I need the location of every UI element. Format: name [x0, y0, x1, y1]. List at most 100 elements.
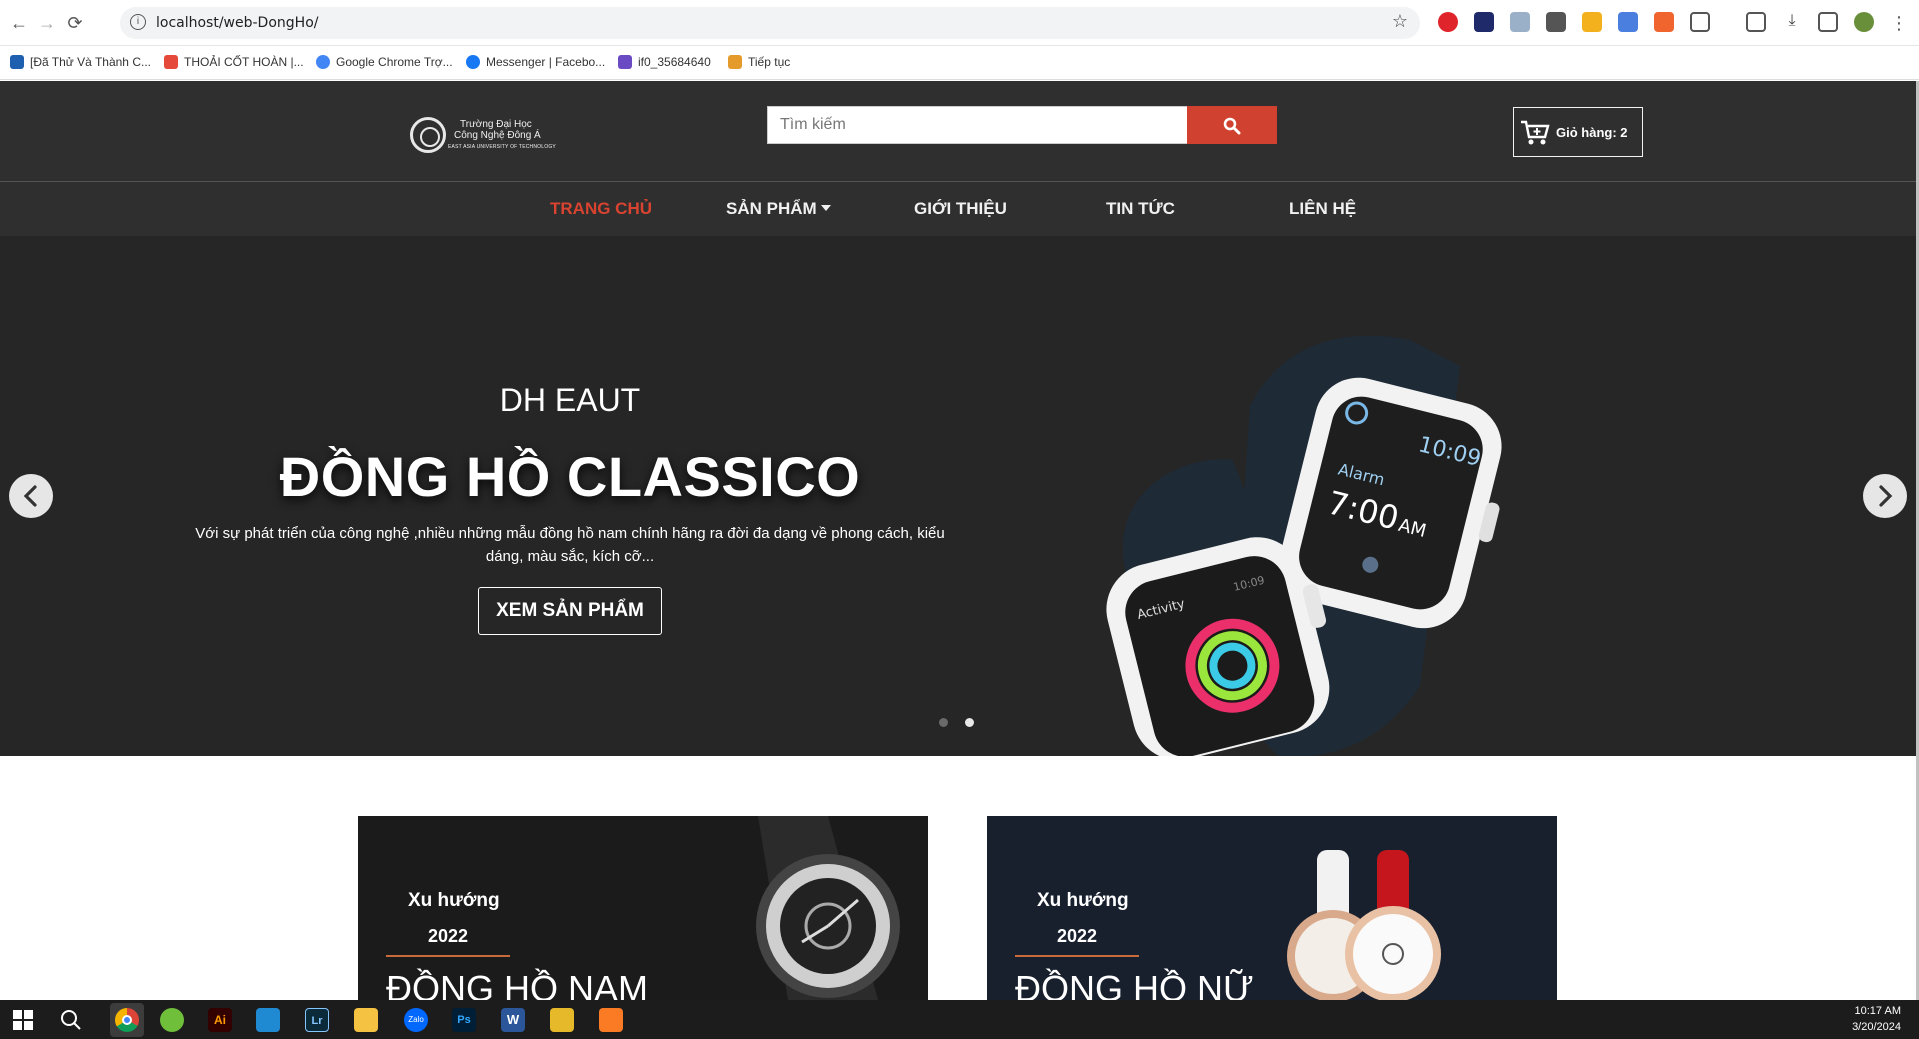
chrome-taskbar-item[interactable]	[110, 1003, 144, 1037]
app-taskbar-icon[interactable]	[160, 1008, 184, 1032]
extension-icon[interactable]	[1474, 12, 1494, 32]
cart-label: Giỏ hàng: 2	[1556, 125, 1628, 140]
main-nav: TRANG CHỦ SẢN PHẨM GIỚI THIỆU TIN TỨC LI…	[0, 181, 1916, 236]
nav-item-products-label: SẢN PHẨM	[726, 199, 817, 218]
bookmark-label: if0_35684640	[638, 55, 711, 69]
site-header: Trường Đại Học Công Nghệ Đông Á EAST ASI…	[0, 81, 1916, 181]
opera-extension-icon[interactable]	[1438, 12, 1458, 32]
hero-description: Với sự phát triển của công nghệ ,nhiều n…	[195, 525, 945, 565]
bookmark-label: THOẢI CỐT HOÀN |...	[184, 55, 304, 69]
slider-next-button[interactable]	[1863, 474, 1907, 518]
logo-line-3: EAST ASIA UNIVERSITY OF TECHNOLOGY	[448, 144, 556, 150]
nav-item-home[interactable]: TRANG CHỦ	[550, 199, 652, 219]
vscode-icon[interactable]	[256, 1008, 280, 1032]
clock-time: 10:17 AM	[1854, 1005, 1901, 1017]
slider-dot-active[interactable]	[965, 718, 974, 727]
banner-title: ĐỒNG HỒ NỮ	[1015, 968, 1254, 1000]
university-seal-icon	[410, 117, 446, 153]
banner-year: 2022	[1057, 926, 1098, 946]
translate-extension-icon[interactable]	[1618, 12, 1638, 32]
caret-down-icon	[820, 205, 831, 211]
forward-icon[interactable]: →	[34, 10, 60, 36]
banner-year: 2022	[428, 926, 469, 946]
bookmark-item[interactable]: Messenger | Facebo...	[466, 55, 605, 69]
word-icon[interactable]: W	[501, 1008, 525, 1032]
banner-title: ĐỒNG HỒ NAM	[386, 968, 649, 1000]
system-clock[interactable]: 10:17 AM 3/20/2024	[1852, 1003, 1901, 1035]
banner-women-watches[interactable]: Xu hướng 2022 ĐỒNG HỒ NỮ	[987, 816, 1557, 1000]
extension-icon[interactable]	[1582, 12, 1602, 32]
bookmark-item[interactable]: THOẢI CỐT HOÀN |...	[164, 55, 304, 69]
bookmarks-bar: [Đã Thử Và Thành C... THOẢI CỐT HOÀN |..…	[0, 46, 1919, 80]
shield-extension-icon[interactable]	[1510, 12, 1530, 32]
site-info-icon[interactable]: i	[130, 14, 146, 30]
windows-taskbar: Ai Lr Zalo Ps W 10:17 AM 3/20/2024	[0, 1000, 1919, 1039]
bookmark-label: Messenger | Facebo...	[486, 55, 606, 69]
bookmark-label: [Đã Thử Và Thành C...	[30, 55, 151, 69]
bookmark-item[interactable]: Tiếp tục	[728, 55, 790, 69]
banner-trend-label: Xu hướng	[1037, 890, 1129, 911]
address-bar[interactable]: i localhost/web-DongHo/ ☆	[120, 7, 1420, 39]
bookmark-item[interactable]: if0_35684640	[618, 55, 711, 69]
hero-slider: DH EAUT ĐỒNG HỒ CLASSICO Với sự phát tri…	[0, 236, 1916, 756]
nav-item-news[interactable]: TIN TỨC	[1106, 199, 1175, 219]
search-icon	[1223, 117, 1241, 135]
download-icon[interactable]: ⤓	[1782, 12, 1802, 32]
photoshop-icon[interactable]: Ps	[452, 1008, 476, 1032]
smartwatch-image: 10:09 Alarm 7:00 AM Activity 10:09	[1080, 326, 1560, 756]
bookmark-label: Tiếp tục	[748, 55, 791, 69]
reading-list-icon[interactable]	[1746, 12, 1766, 32]
chevron-right-icon	[1879, 485, 1893, 507]
banner-divider	[1015, 955, 1139, 957]
extension-icon[interactable]	[1654, 12, 1674, 32]
browser-toolbar: ← → ⟳ i localhost/web-DongHo/ ☆ ⤓ ⋮	[0, 0, 1919, 46]
bookmark-star-icon[interactable]: ☆	[1392, 11, 1408, 32]
bookmark-item[interactable]: [Đã Thử Và Thành C...	[10, 55, 151, 69]
search-field	[767, 106, 1187, 144]
chrome-icon-center	[122, 1015, 132, 1025]
menu-kebab-icon[interactable]: ⋮	[1886, 10, 1912, 36]
smartwatch-illustration: 10:09 Alarm 7:00 AM Activity 10:09	[1106, 335, 1502, 756]
windows-start-icon[interactable]	[13, 1010, 33, 1030]
hero-title: ĐỒNG HỒ CLASSICO	[279, 445, 861, 508]
facebook-icon	[466, 55, 480, 69]
app-taskbar-icon[interactable]	[550, 1008, 574, 1032]
cart-icon	[1521, 120, 1550, 145]
profile-avatar[interactable]	[1854, 12, 1874, 32]
nav-item-products[interactable]: SẢN PHẨM	[726, 199, 831, 219]
slider-prev-button[interactable]	[9, 474, 53, 518]
banner-divider	[386, 955, 510, 957]
search-input[interactable]	[768, 107, 1187, 143]
google-icon	[316, 55, 330, 69]
illustrator-icon[interactable]: Ai	[208, 1008, 232, 1032]
xampp-icon[interactable]	[599, 1008, 623, 1032]
nav-item-contact[interactable]: LIÊN HỆ	[1289, 199, 1356, 219]
bookmark-label: Google Chrome Trợ...	[336, 55, 453, 69]
bookmark-favicon-icon	[164, 55, 178, 69]
address-url[interactable]: localhost/web-DongHo/	[156, 15, 318, 31]
file-explorer-icon[interactable]	[354, 1008, 378, 1032]
back-icon[interactable]: ←	[6, 10, 32, 36]
logo-line-1: Trường Đại Học	[460, 119, 532, 130]
infinity-icon	[618, 55, 632, 69]
chevron-left-icon	[23, 485, 37, 507]
search-icon[interactable]	[60, 1009, 82, 1031]
lightroom-icon[interactable]: Lr	[305, 1008, 329, 1032]
cart-button[interactable]: Giỏ hàng: 2	[1513, 107, 1643, 157]
reload-icon[interactable]: ⟳	[62, 10, 88, 36]
search-button[interactable]	[1187, 106, 1277, 144]
extensions-puzzle-icon[interactable]	[1690, 12, 1710, 32]
bookmark-item[interactable]: Google Chrome Trợ...	[316, 55, 453, 69]
banner-trend-label: Xu hướng	[408, 890, 500, 911]
hero-subtitle: DH EAUT	[499, 382, 641, 418]
zalo-icon[interactable]: Zalo	[404, 1008, 428, 1032]
view-products-button[interactable]: XEM SẢN PHẨM	[478, 587, 662, 635]
slider-dot[interactable]	[939, 718, 948, 727]
site-logo[interactable]: Trường Đại Học Công Nghệ Đông Á EAST ASI…	[410, 117, 556, 155]
bookmark-favicon-icon	[728, 55, 742, 69]
side-panel-icon[interactable]	[1818, 12, 1838, 32]
nav-item-about[interactable]: GIỚI THIỆU	[914, 199, 1007, 219]
extension-icon[interactable]	[1546, 12, 1566, 32]
logo-line-2: Công Nghệ Đông Á	[454, 130, 541, 141]
banner-men-watches[interactable]: Xu hướng 2022 ĐỒNG HỒ NAM	[358, 816, 928, 1000]
